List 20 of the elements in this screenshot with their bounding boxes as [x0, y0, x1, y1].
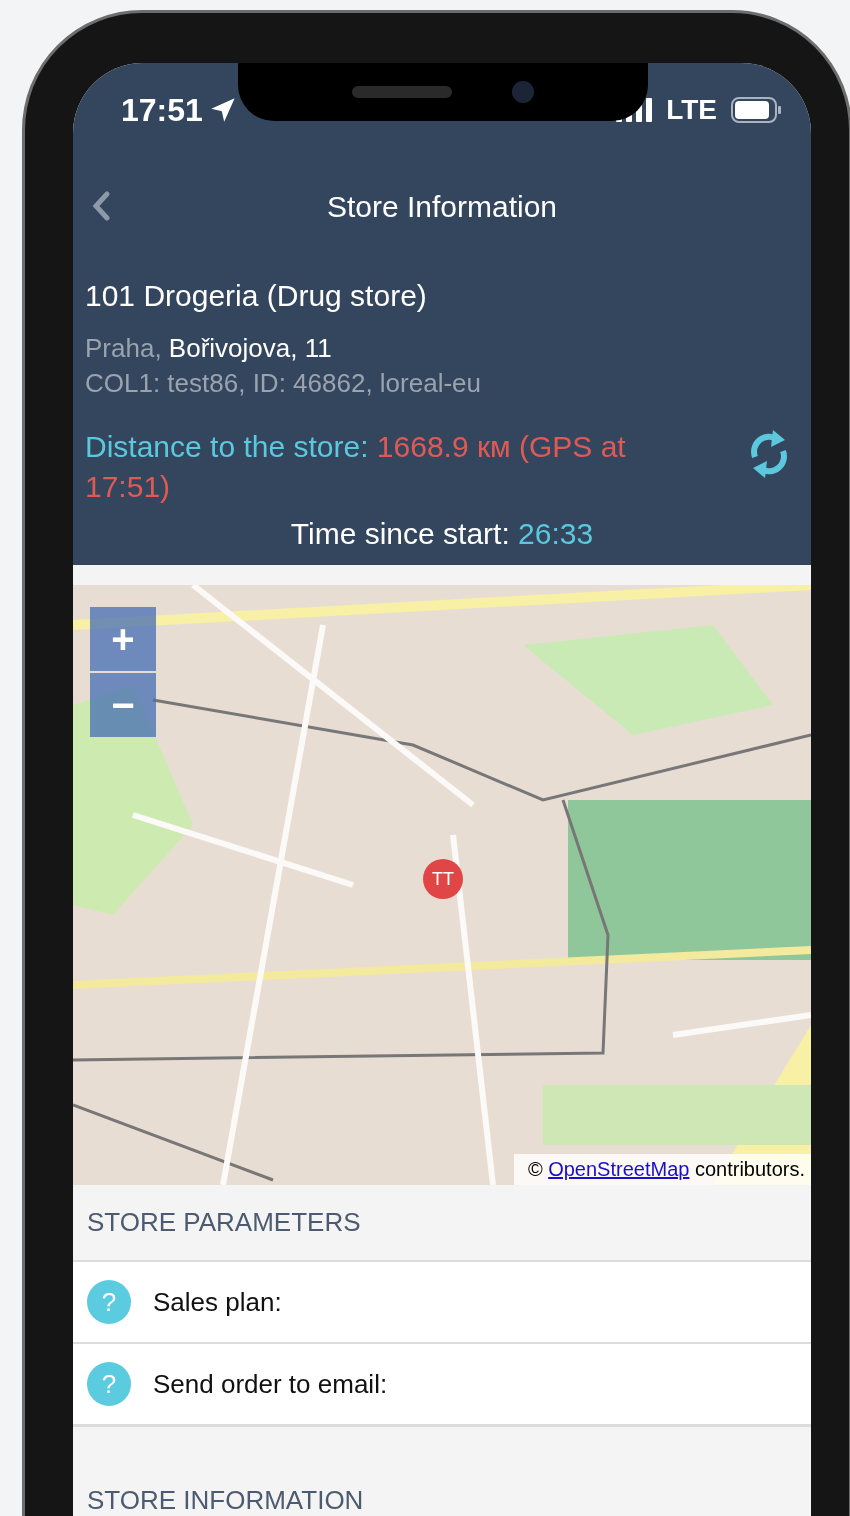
parameter-label: Send order to email: — [153, 1368, 388, 1400]
screen-title: Store Information — [326, 190, 558, 224]
network-type: LTE — [666, 94, 717, 126]
parameter-row[interactable]: ? Send order to email: — [73, 1342, 811, 1424]
signal-icon — [616, 98, 653, 122]
section-title: STORE INFORMATION — [86, 1484, 365, 1516]
store-name: 101 Drogeria (Drug store) — [84, 278, 428, 313]
map-attribution: © OpenStreetMap contributors. — [513, 1154, 811, 1185]
store-address: Praha, Bořivojova, 11 — [84, 332, 333, 364]
openstreetmap-link[interactable]: OpenStreetMap — [548, 1158, 690, 1180]
elapsed-time: Time since start: 26:33 — [289, 516, 595, 551]
battery-icon — [731, 97, 781, 123]
status-time: 17:51 — [121, 91, 203, 129]
help-icon: ? — [87, 1280, 131, 1324]
distance-text: Distance to the store: 1668.9 км (GPS at 17:51) — [85, 429, 627, 505]
help-icon: ? — [87, 1362, 131, 1406]
parameter-label: Sales plan: — [153, 1286, 282, 1318]
store-codes: COL1: test86, ID: 46862, loreal-eu — [84, 367, 482, 399]
parameter-row[interactable]: ? Sales plan: — [73, 1262, 811, 1342]
section-title: STORE PARAMETERS — [86, 1206, 362, 1239]
